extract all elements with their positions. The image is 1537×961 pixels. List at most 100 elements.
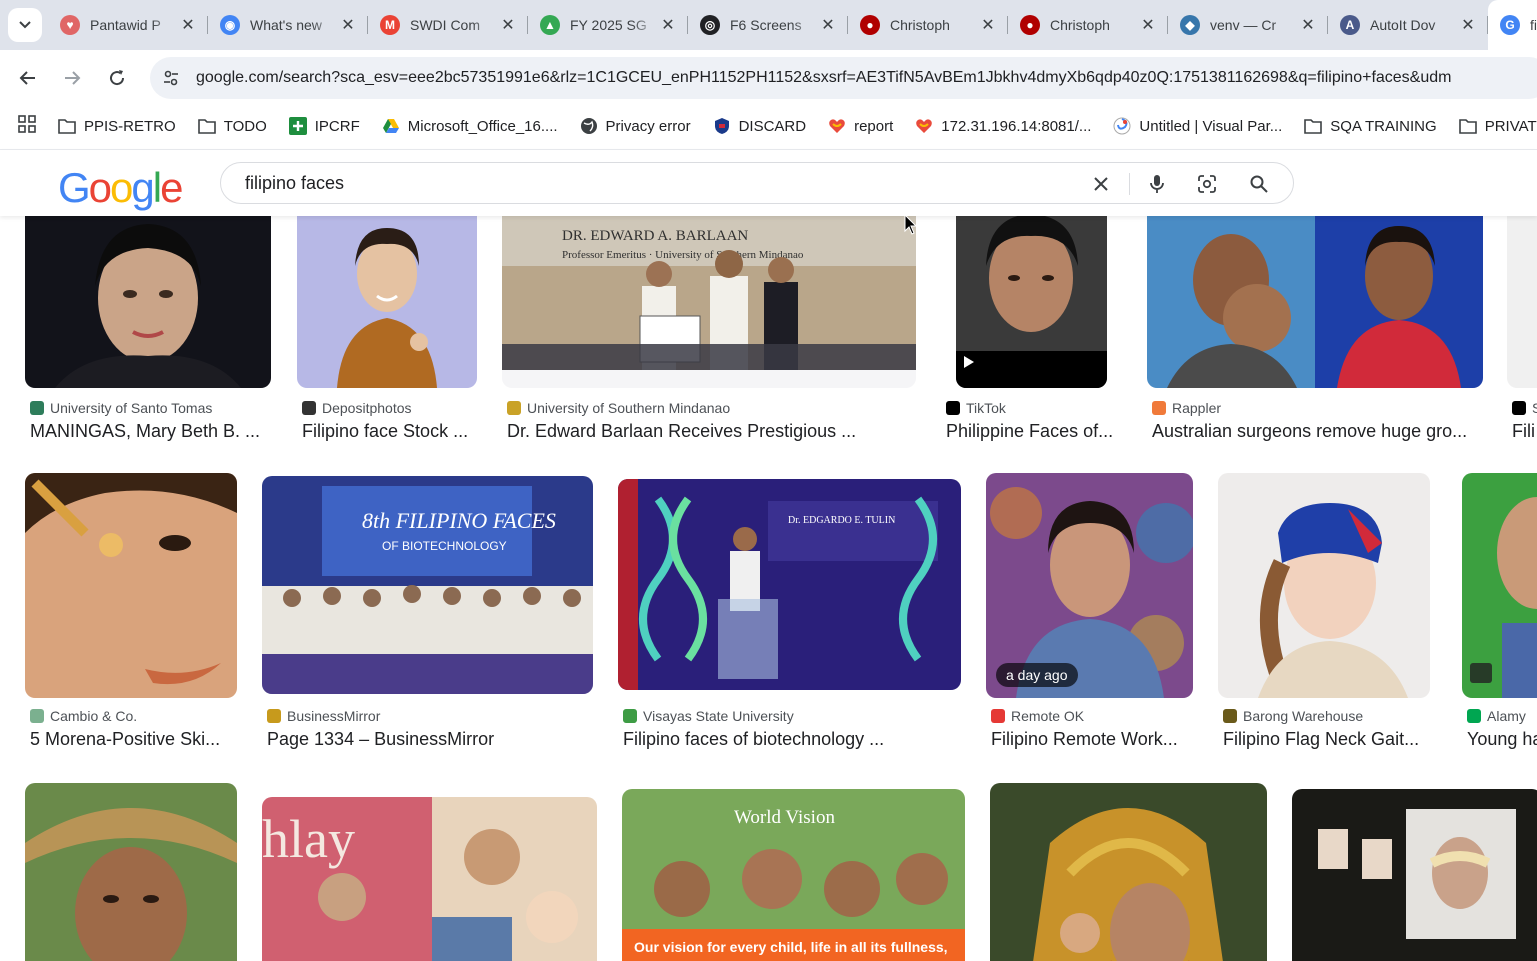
- bookmark-item[interactable]: PPIS-RETRO: [58, 117, 176, 135]
- bookmark-item[interactable]: IPCRF: [288, 117, 360, 135]
- result-title[interactable]: Page 1334 – BusinessMirror: [267, 729, 593, 750]
- tab[interactable]: ◆ venv — Cr ✕: [1168, 0, 1328, 50]
- result-thumbnail[interactable]: [297, 216, 477, 388]
- tab[interactable]: ● Christoph ✕: [1008, 0, 1168, 50]
- result-title[interactable]: Filipino Flag Neck Gait...: [1223, 729, 1429, 750]
- voice-search-button[interactable]: [1145, 172, 1169, 196]
- bookmark-item[interactable]: PRIVATE: [1458, 117, 1537, 135]
- result-thumbnail[interactable]: [25, 473, 237, 698]
- site-info-button[interactable]: [150, 69, 192, 87]
- result-title[interactable]: Dr. Edward Barlaan Receives Prestigious …: [507, 421, 917, 442]
- tab[interactable]: ◎ F6 Screens ✕: [688, 0, 848, 50]
- result-source[interactable]: Alamy: [1467, 708, 1526, 724]
- tab-close-icon[interactable]: ✕: [338, 15, 358, 35]
- result-thumbnail[interactable]: hlay: [262, 797, 597, 961]
- google-logo[interactable]: Google: [58, 164, 183, 212]
- result-source[interactable]: Cambio & Co.: [30, 708, 137, 724]
- result-title[interactable]: Filipino Remote Work...: [991, 729, 1191, 750]
- bookmark-item[interactable]: TODO: [197, 117, 267, 135]
- result-thumbnail[interactable]: Dr. EDGARDO E. TULIN: [618, 479, 961, 690]
- image-result[interactable]: [25, 783, 237, 961]
- result-thumbnail[interactable]: a day ago: [986, 473, 1193, 698]
- result-source[interactable]: BusinessMirror: [267, 708, 380, 724]
- image-result[interactable]: 8th FILIPINO FACES OF BIOTECHNOLOGY Busin…: [262, 473, 593, 763]
- result-source[interactable]: Rappler: [1152, 400, 1221, 416]
- tab-search-button[interactable]: [8, 8, 42, 42]
- result-source[interactable]: University of Santo Tomas: [30, 400, 212, 416]
- image-result[interactable]: [990, 783, 1267, 961]
- tab[interactable]: M SWDI Com ✕: [368, 0, 528, 50]
- search-input[interactable]: filipino faces: [245, 173, 344, 194]
- tab[interactable]: ▲ FY 2025 SG ✕: [528, 0, 688, 50]
- result-thumbnail[interactable]: [1462, 473, 1537, 698]
- image-result[interactable]: University of Santo Tomas MANINGAS, Mary…: [25, 216, 271, 446]
- apps-grid-icon[interactable]: [18, 114, 36, 138]
- bookmark-item[interactable]: Microsoft_Office_16....: [382, 117, 558, 135]
- image-result[interactable]: Dr. EDGARDO E. TULIN Visayas State Unive…: [618, 473, 961, 763]
- back-button[interactable]: [12, 62, 44, 94]
- search-box[interactable]: filipino faces: [220, 162, 1294, 204]
- image-result[interactable]: Barong Warehouse Filipino Flag Neck Gait…: [1218, 473, 1430, 763]
- tab-close-icon[interactable]: ✕: [978, 15, 998, 35]
- image-result[interactable]: TikTok Philippine Faces of...: [941, 216, 1123, 446]
- result-thumbnail[interactable]: [1292, 789, 1537, 961]
- result-title[interactable]: Young ha: [1467, 729, 1537, 750]
- result-thumbnail[interactable]: World Vision Our vision for every child, …: [622, 789, 965, 961]
- image-result[interactable]: World Vision Our vision for every child, …: [622, 783, 965, 961]
- result-thumbnail[interactable]: [25, 216, 271, 388]
- clear-button[interactable]: [1089, 172, 1113, 196]
- result-title[interactable]: Philippine Faces of...: [946, 421, 1122, 442]
- image-result[interactable]: Cambio & Co. 5 Morena-Positive Ski...: [25, 473, 237, 763]
- bookmark-item[interactable]: Privacy error: [580, 117, 691, 135]
- image-result[interactable]: DR. EDWARD A. BARLAAN Professor Emeritus …: [502, 216, 916, 446]
- image-result[interactable]: Depositphotos Filipino face Stock ...: [297, 216, 477, 446]
- bookmark-item[interactable]: 172.31.196.14:8081/...: [915, 117, 1091, 135]
- result-source[interactable]: Visayas State University: [623, 708, 794, 724]
- tab-close-icon[interactable]: ✕: [818, 15, 838, 35]
- result-thumbnail[interactable]: [1218, 473, 1430, 698]
- tab[interactable]: Gfi: [1488, 0, 1537, 50]
- tab-close-icon[interactable]: ✕: [1298, 15, 1318, 35]
- result-source[interactable]: S: [1512, 400, 1537, 416]
- result-title[interactable]: Filipino face Stock ...: [302, 421, 478, 442]
- result-thumbnail[interactable]: 8th FILIPINO FACES OF BIOTECHNOLOGY: [262, 476, 593, 694]
- tab[interactable]: A AutoIt Dov ✕: [1328, 0, 1488, 50]
- bookmark-item[interactable]: report: [828, 117, 893, 135]
- result-title[interactable]: 5 Morena-Positive Ski...: [30, 729, 236, 750]
- result-thumbnail[interactable]: [25, 783, 237, 961]
- tab[interactable]: ◉ What's new ✕: [208, 0, 368, 50]
- tab-close-icon[interactable]: ✕: [1458, 15, 1478, 35]
- tab-close-icon[interactable]: ✕: [1138, 15, 1158, 35]
- result-title[interactable]: Fili: [1512, 421, 1537, 442]
- result-source[interactable]: Depositphotos: [302, 400, 412, 416]
- result-title[interactable]: MANINGAS, Mary Beth B. ...: [30, 421, 268, 442]
- image-result[interactable]: Alamy Young ha: [1462, 473, 1537, 763]
- bookmark-item[interactable]: SQA TRAINING: [1304, 117, 1437, 135]
- image-result[interactable]: Rappler Australian surgeons remove huge …: [1147, 216, 1483, 446]
- image-result[interactable]: [1292, 783, 1537, 961]
- result-source[interactable]: Barong Warehouse: [1223, 708, 1363, 724]
- tab[interactable]: ♥ Pantawid P ✕: [48, 0, 208, 50]
- result-source[interactable]: Remote OK: [991, 708, 1084, 724]
- tab-close-icon[interactable]: ✕: [498, 15, 518, 35]
- tab[interactable]: ● Christoph ✕: [848, 0, 1008, 50]
- result-source[interactable]: University of Southern Mindanao: [507, 400, 730, 416]
- bookmark-item[interactable]: Untitled | Visual Par...: [1113, 117, 1282, 135]
- bookmark-item[interactable]: DISCARD: [713, 117, 806, 135]
- result-thumbnail[interactable]: [1147, 216, 1483, 388]
- result-thumbnail[interactable]: [956, 216, 1107, 388]
- reload-button[interactable]: [101, 62, 133, 94]
- search-button[interactable]: [1247, 172, 1271, 196]
- result-thumbnail[interactable]: [990, 783, 1267, 961]
- image-result[interactable]: hlay: [262, 783, 597, 961]
- tab-close-icon[interactable]: ✕: [658, 15, 678, 35]
- result-source[interactable]: TikTok: [946, 400, 1006, 416]
- lens-search-button[interactable]: [1195, 172, 1219, 196]
- image-result[interactable]: a day ago Remote OK Filipino Remote Work…: [986, 473, 1193, 763]
- forward-button[interactable]: [56, 62, 88, 94]
- result-title[interactable]: Australian surgeons remove huge gro...: [1152, 421, 1482, 442]
- result-thumbnail[interactable]: DR. EDWARD A. BARLAAN Professor Emeritus …: [502, 216, 916, 388]
- address-bar[interactable]: google.com/search?sca_esv=eee2bc57351991…: [150, 57, 1537, 99]
- image-result[interactable]: S Fili: [1507, 216, 1537, 446]
- tab-close-icon[interactable]: ✕: [178, 15, 198, 35]
